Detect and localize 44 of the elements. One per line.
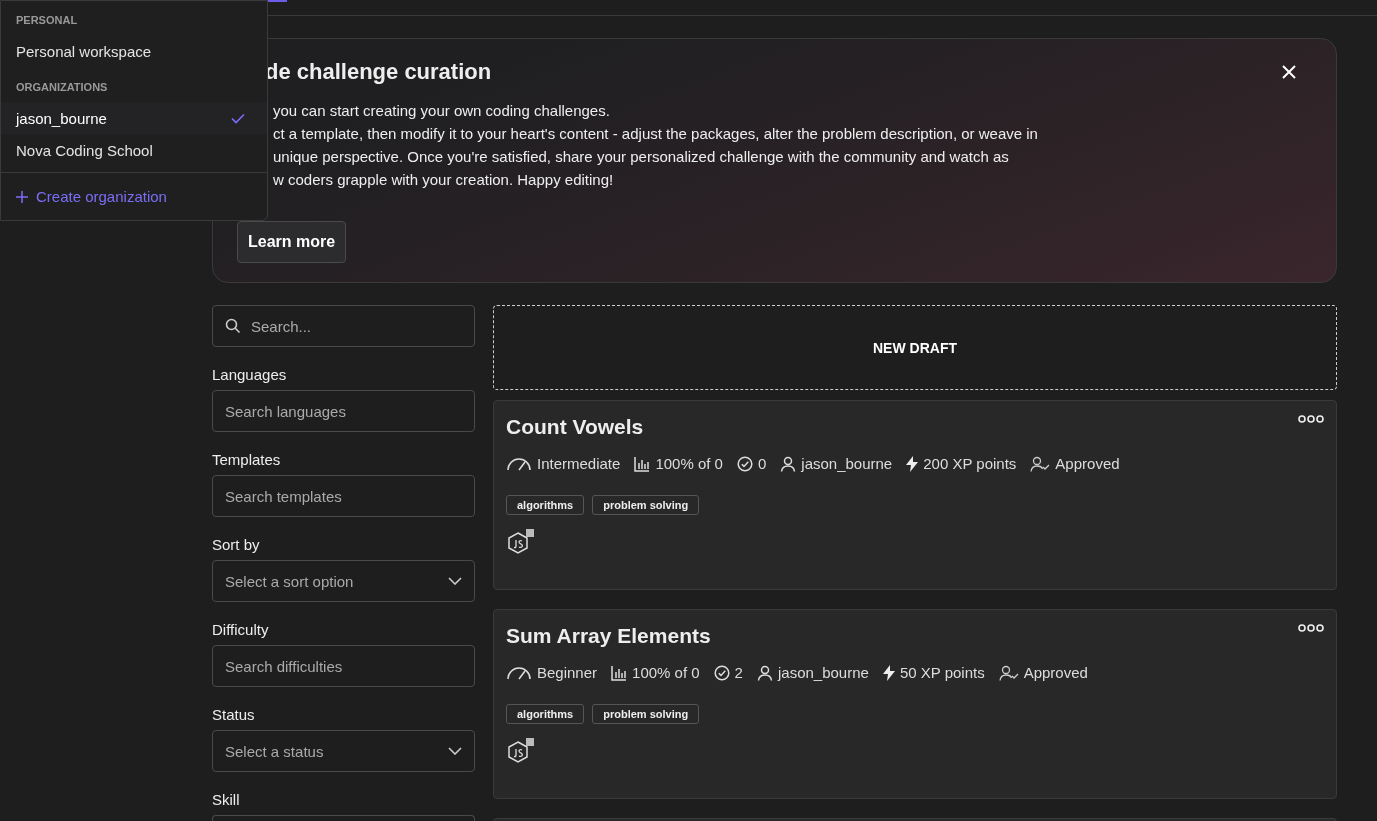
challenge-card[interactable]: Sum Array Elements Beginner 100% of 0 2 jason_bourne 50 XP points Approved algorithms problem solving bbox=[493, 609, 1337, 799]
challenge-meta: 200 XP points bbox=[923, 455, 1017, 472]
tag: algorithms bbox=[506, 704, 585, 724]
challenge-card[interactable]: Count Vowels Intermediate 100% of 0 0 jason_bourne 200 XP points Approved algorithms problem solving bbox=[493, 400, 1337, 590]
filter-select[interactable]: Select a status bbox=[212, 730, 475, 772]
filter-label: Difficulty bbox=[212, 621, 270, 638]
challenge-meta: 0 bbox=[757, 455, 767, 472]
tag: problem solving bbox=[592, 495, 700, 515]
banner-text-line: ct a template, then modify it to your heart's content - adjust the packages, alter the problem description, or weave in bbox=[273, 124, 1039, 144]
challenge-title: Sum Array Elements bbox=[506, 624, 711, 648]
challenge-meta: jason_bourne bbox=[801, 455, 893, 472]
filter-input[interactable]: Search languages bbox=[212, 390, 475, 432]
filter-input[interactable]: Search templates bbox=[212, 475, 475, 517]
menu-section-heading: ORGANIZATIONS bbox=[15, 81, 109, 93]
menu-item[interactable]: Personal workspace bbox=[1, 35, 267, 67]
menu-item[interactable]: Nova Coding School bbox=[1, 134, 267, 166]
search-field[interactable]: Search... bbox=[212, 305, 475, 347]
tag: algorithms bbox=[506, 495, 585, 515]
challenge-title: Count Vowels bbox=[506, 415, 644, 439]
challenge-meta: 100% of 0 bbox=[632, 664, 700, 681]
challenge-meta: Approved bbox=[1055, 455, 1120, 472]
filter-select[interactable]: Select a sort option bbox=[212, 560, 475, 602]
challenge-meta: Intermediate bbox=[537, 455, 621, 472]
challenge-meta: Approved bbox=[1023, 664, 1088, 681]
challenge-meta: 2 bbox=[734, 664, 743, 681]
banner-text-line: unique perspective. Once you're satisfied, share your personalized challenge with the community and watch as bbox=[273, 147, 1010, 167]
learn-more-button[interactable]: Learn more bbox=[237, 221, 347, 263]
create-organization-link[interactable]: Create organization bbox=[1, 173, 267, 220]
tag: problem solving bbox=[592, 704, 700, 724]
filter-label: Skill bbox=[212, 791, 241, 808]
filter-label: Sort by bbox=[212, 536, 261, 553]
new-draft-button[interactable]: NEW DRAFT bbox=[493, 305, 1337, 390]
banner-text-line: w coders grapple with your creation. Happy editing! bbox=[273, 170, 615, 190]
banner-text-line: you can start creating your own coding challenges. bbox=[273, 101, 611, 121]
filter-label: Languages bbox=[212, 366, 288, 383]
menu-section-heading: PERSONAL bbox=[15, 14, 79, 26]
challenge-meta: Beginner bbox=[537, 664, 598, 681]
filter-label: Status bbox=[212, 706, 256, 723]
filter-input[interactable]: Search difficulties bbox=[212, 645, 475, 687]
challenge-meta: 100% of 0 bbox=[655, 455, 723, 472]
menu-item[interactable]: jason_bourne bbox=[1, 102, 267, 134]
challenge-meta: jason_bourne bbox=[777, 664, 869, 681]
challenge-meta: 50 XP points bbox=[899, 664, 985, 681]
filter-label: Templates bbox=[212, 451, 282, 468]
